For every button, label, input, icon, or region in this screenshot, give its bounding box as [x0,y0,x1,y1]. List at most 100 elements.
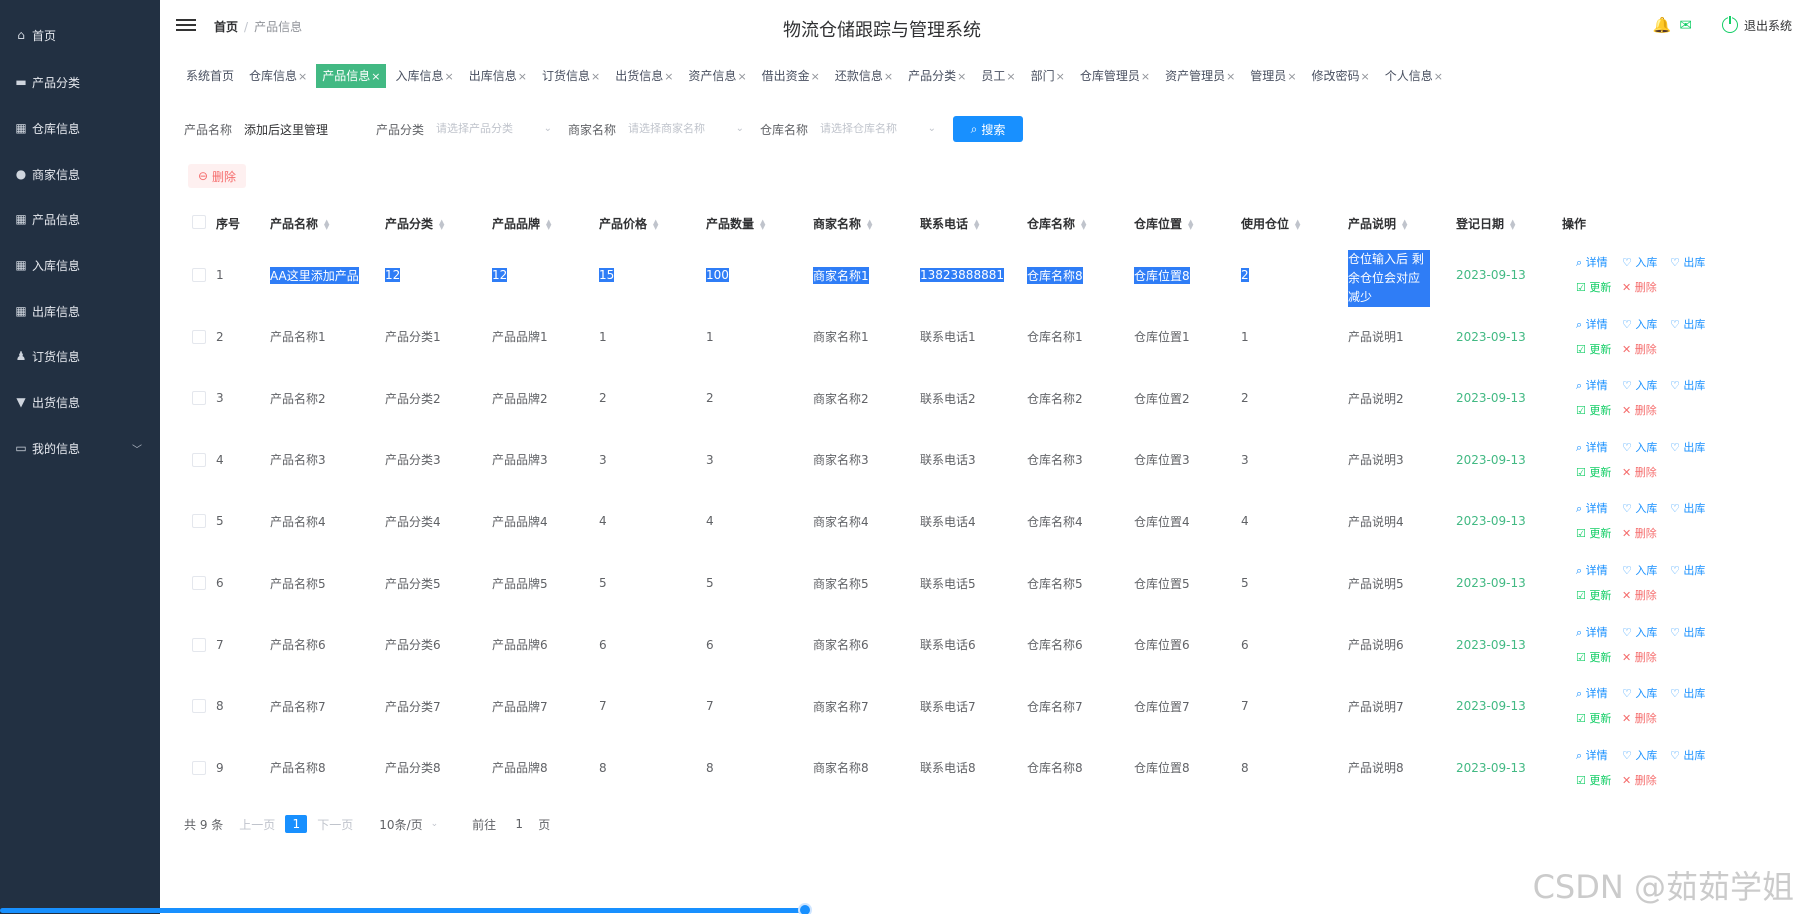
close-icon[interactable]: × [298,70,307,83]
column-header[interactable]: 产品价格 ▲ ▼ [599,215,658,232]
next-page-button[interactable]: 下一页 [317,816,353,833]
stock-in-button[interactable]: ♡ 入库 [1622,562,1657,578]
sort-icon[interactable]: ▲ ▼ [546,218,551,230]
close-icon[interactable]: × [445,70,454,83]
close-icon[interactable]: × [1056,70,1065,83]
row-checkbox[interactable] [192,391,206,406]
update-button[interactable]: ☑ 更新 [1576,649,1611,665]
stock-out-button[interactable]: ♡ 出库 [1670,377,1705,393]
detail-button[interactable]: ⌕ 详情 [1576,377,1608,393]
close-icon[interactable]: × [1006,70,1015,83]
tab-item[interactable]: 个人信息× [1379,64,1449,88]
column-header[interactable]: 使用仓位 ▲ ▼ [1241,215,1300,232]
sidebar-item-product-category[interactable]: ▬ 产品分类 [0,62,160,102]
detail-button[interactable]: ⌕ 详情 [1576,624,1608,640]
detail-button[interactable]: ⌕ 详情 [1576,685,1608,701]
detail-button[interactable]: ⌕ 详情 [1576,439,1608,455]
page-size-select[interactable]: 10条/页 [379,816,422,833]
detail-button[interactable]: ⌕ 详情 [1576,747,1608,763]
tab-item[interactable]: 仓库信息× [243,64,313,88]
sidebar-item-merchant[interactable]: ● 商家信息 [0,154,160,194]
sort-icon[interactable]: ▲ ▼ [1081,218,1086,230]
column-header[interactable]: 登记日期 ▲ ▼ [1456,215,1515,232]
stock-out-button[interactable]: ♡ 出库 [1670,685,1705,701]
delete-button[interactable]: ✕ 删除 [1622,649,1657,665]
delete-button[interactable]: ✕ 删除 [1622,279,1657,295]
close-icon[interactable]: × [1287,70,1296,83]
column-header[interactable]: 仓库名称 ▲ ▼ [1027,215,1086,232]
sort-icon[interactable]: ▲ ▼ [1510,218,1515,230]
close-icon[interactable]: × [591,70,600,83]
sidebar-item-outbound[interactable]: ▦ 出库信息 [0,291,160,331]
close-icon[interactable]: × [664,70,673,83]
close-icon[interactable]: × [737,70,746,83]
sidebar-item-order[interactable]: ♟ 订货信息 [0,336,160,376]
delete-button[interactable]: ✕ 删除 [1622,710,1657,726]
tab-item[interactable]: 出库信息× [463,64,533,88]
detail-button[interactable]: ⌕ 详情 [1576,500,1608,516]
stock-out-button[interactable]: ♡ 出库 [1670,439,1705,455]
tab-item[interactable]: 还款信息× [829,64,899,88]
delete-button[interactable]: ✕ 删除 [1622,587,1657,603]
row-checkbox[interactable] [192,760,206,775]
update-button[interactable]: ☑ 更新 [1576,587,1611,603]
tab-item[interactable]: 出货信息× [609,64,679,88]
sidebar-item-shipment[interactable]: ▼ 出货信息 [0,382,160,422]
tab-item[interactable]: 资产管理员× [1159,64,1241,88]
batch-delete-button[interactable]: ⊖ 删除 [188,164,246,188]
update-button[interactable]: ☑ 更新 [1576,464,1611,480]
close-icon[interactable]: × [957,70,966,83]
stock-out-button[interactable]: ♡ 出库 [1670,562,1705,578]
sidebar-item-warehouse[interactable]: ▦ 仓库信息 [0,108,160,148]
column-header[interactable]: 产品说明 ▲ ▼ [1348,215,1407,232]
search-button[interactable]: ⌕ 搜索 [953,116,1023,142]
sort-icon[interactable]: ▲ ▼ [867,218,872,230]
tab-item[interactable]: 仓库管理员× [1074,64,1156,88]
column-header[interactable]: 产品品牌 ▲ ▼ [492,215,551,232]
tab-item[interactable]: 订货信息× [536,64,606,88]
delete-button[interactable]: ✕ 删除 [1622,341,1657,357]
delete-button[interactable]: ✕ 删除 [1622,772,1657,788]
tab-item[interactable]: 产品分类× [902,64,972,88]
column-header[interactable]: 产品名称 ▲ ▼ [270,215,329,232]
delete-button[interactable]: ✕ 删除 [1622,525,1657,541]
stock-in-button[interactable]: ♡ 入库 [1622,439,1657,455]
sidebar-item-product[interactable]: ▦ 产品信息 [0,199,160,239]
tab-item[interactable]: 入库信息× [389,64,459,88]
row-checkbox[interactable] [192,699,206,714]
sort-icon[interactable]: ▲ ▼ [653,218,658,230]
tab-item[interactable]: 员工× [975,64,1021,88]
column-header[interactable]: 产品分类 ▲ ▼ [385,215,444,232]
product-name-input[interactable] [244,116,364,142]
stock-out-button[interactable]: ♡ 出库 [1670,500,1705,516]
stock-out-button[interactable]: ♡ 出库 [1670,316,1705,332]
column-header[interactable]: 仓库位置 ▲ ▼ [1134,215,1193,232]
detail-button[interactable]: ⌕ 详情 [1576,316,1608,332]
update-button[interactable]: ☑ 更新 [1576,341,1611,357]
goto-page-input[interactable] [508,817,531,831]
row-checkbox[interactable] [192,268,206,282]
stock-in-button[interactable]: ♡ 入库 [1622,685,1657,701]
row-checkbox[interactable] [192,514,206,529]
sidebar-item-home[interactable]: ⌂ 首页 [0,15,160,55]
tab-item[interactable]: 资产信息× [682,64,752,88]
row-checkbox[interactable] [192,329,206,344]
column-header[interactable]: 产品数量 ▲ ▼ [706,215,765,232]
stock-out-button[interactable]: ♡ 出库 [1670,254,1705,270]
update-button[interactable]: ☑ 更新 [1576,710,1611,726]
delete-button[interactable]: ✕ 删除 [1622,464,1657,480]
mail-icon[interactable]: ✉ [1679,16,1692,34]
sort-icon[interactable]: ▲ ▼ [1188,218,1193,230]
delete-button[interactable]: ✕ 删除 [1622,402,1657,418]
update-button[interactable]: ☑ 更新 [1576,772,1611,788]
tab-item[interactable]: 系统首页 [180,64,240,88]
logout-button[interactable]: 退出系统 [1721,15,1792,34]
close-icon[interactable]: × [1141,70,1150,83]
detail-button[interactable]: ⌕ 详情 [1576,254,1608,270]
merchant-select[interactable]: 请选择商家名称 ⌄ [628,116,744,142]
sort-icon[interactable]: ▲ ▼ [1402,218,1407,230]
stock-in-button[interactable]: ♡ 入库 [1622,747,1657,763]
close-icon[interactable]: × [371,70,380,83]
tab-item[interactable]: 管理员× [1244,64,1302,88]
tab-item[interactable]: 修改密码× [1306,64,1376,88]
